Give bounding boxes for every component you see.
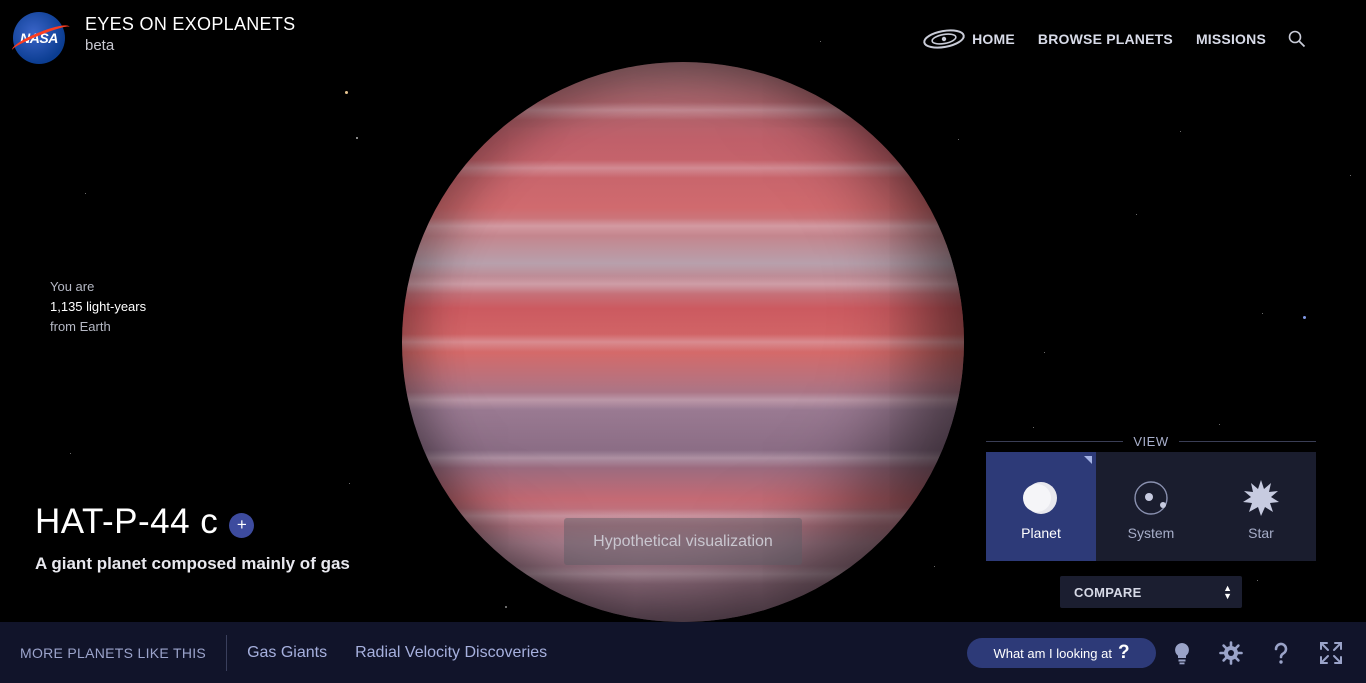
view-option-label: System <box>1127 525 1175 541</box>
compare-select[interactable]: COMPARE ▲ ▼ <box>1060 576 1242 608</box>
view-option-label: Star <box>1248 525 1274 541</box>
planet-title-row: HAT-P-44 c + <box>35 502 255 542</box>
distance-value: 1,135 light-years <box>50 299 147 314</box>
divider <box>226 634 228 671</box>
nav-home-label[interactable]: HOME <box>972 31 1015 47</box>
view-option-star[interactable]: Star <box>1206 452 1316 561</box>
gear-icon[interactable] <box>1219 641 1243 665</box>
app-subtitle: beta <box>85 37 115 54</box>
nav-missions[interactable]: MISSIONS <box>1196 31 1266 47</box>
tag-radial-velocity[interactable]: Radial Velocity Discoveries <box>355 644 547 662</box>
bottom-bar: MORE PLANETS LIKE THIS Gas Giants Radial… <box>0 622 1366 683</box>
distance-line-1: You are <box>50 279 95 294</box>
nav-browse-planets[interactable]: BROWSE PLANETS <box>1038 31 1173 47</box>
question-mark-icon: ? <box>1117 642 1130 663</box>
active-corner-indicator <box>1084 456 1092 464</box>
planet-description: A giant planet composed mainly of gas <box>35 554 350 573</box>
hypothetical-visualization-label: Hypothetical visualization <box>564 518 802 565</box>
app-title[interactable]: EYES ON EXOPLANETS <box>85 14 295 35</box>
compare-label: COMPARE <box>1074 584 1142 600</box>
search-icon[interactable] <box>1288 30 1306 48</box>
view-option-system[interactable]: System <box>1096 452 1206 561</box>
view-selector: Planet System Star <box>986 452 1316 561</box>
planet-icon <box>1023 482 1057 514</box>
brand[interactable]: NASA EYES ON EXOPLANETS beta <box>9 10 295 64</box>
fullscreen-icon[interactable] <box>1319 641 1343 665</box>
nasa-logo[interactable]: NASA <box>9 10 73 64</box>
view-option-planet[interactable]: Planet <box>986 452 1096 561</box>
view-label: VIEW <box>986 433 1317 449</box>
distance-line-3: from Earth <box>50 319 111 334</box>
help-icon[interactable] <box>1269 641 1293 665</box>
tag-gas-giants[interactable]: Gas Giants <box>247 644 327 662</box>
nav-home[interactable]: HOME <box>922 28 1015 50</box>
view-label-text: VIEW <box>1133 433 1169 449</box>
add-planet-button[interactable]: + <box>229 512 255 538</box>
select-arrows-icon: ▲ ▼ <box>1223 583 1232 601</box>
what-am-i-looking-at-button[interactable]: What am I looking at ? <box>967 638 1156 668</box>
looking-label: What am I looking at <box>993 645 1112 661</box>
top-nav: HOME BROWSE PLANETS MISSIONS <box>922 28 1306 50</box>
lightbulb-icon[interactable] <box>1170 641 1194 665</box>
system-icon <box>1134 481 1168 515</box>
distance-readout: You are 1,135 light-years from Earth <box>50 277 146 337</box>
view-option-label: Planet <box>1021 525 1061 541</box>
planet-name: HAT-P-44 c <box>35 502 219 541</box>
star-icon <box>1243 480 1279 516</box>
galaxy-icon <box>923 29 965 49</box>
more-planets-label: MORE PLANETS LIKE THIS <box>20 644 207 661</box>
